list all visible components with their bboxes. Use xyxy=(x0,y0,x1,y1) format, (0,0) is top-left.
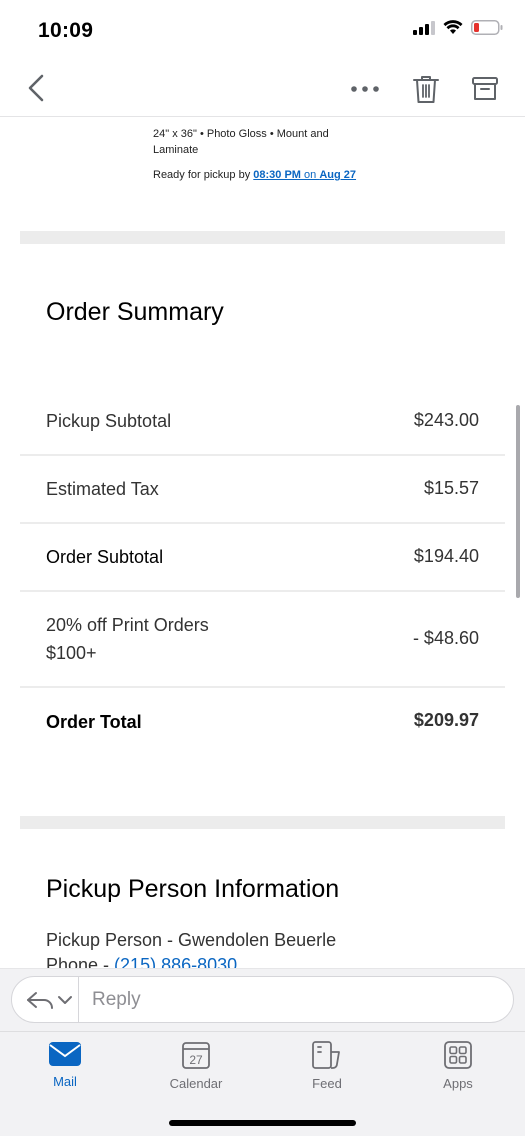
tab-apps[interactable]: Apps xyxy=(413,1040,503,1091)
more-options-icon[interactable] xyxy=(350,82,380,96)
status-time: 10:09 xyxy=(38,19,94,42)
summary-row-order-total: Order Total $209.97 xyxy=(20,688,505,758)
home-indicator xyxy=(169,1120,356,1126)
apps-icon xyxy=(444,1041,472,1069)
archive-icon[interactable] xyxy=(470,74,500,104)
order-item-description: 24" x 36" • Photo Gloss • Mount and Lami… xyxy=(153,128,329,156)
pickup-person-phone-line: Phone - (215) 886-8030 xyxy=(46,955,237,968)
tab-feed[interactable]: Feed xyxy=(282,1040,372,1091)
summary-row-estimated-tax: Estimated Tax $15.57 xyxy=(20,456,505,524)
pickup-date-link[interactable]: Aug 27 xyxy=(319,169,356,181)
message-body: 24" x 36" • Photo Gloss • Mount and Lami… xyxy=(0,118,525,968)
back-chevron-icon[interactable] xyxy=(22,72,52,104)
summary-value: $15.57 xyxy=(423,478,479,498)
wifi-icon xyxy=(443,20,463,34)
summary-value: $209.97 xyxy=(413,710,479,730)
scroll-indicator[interactable] xyxy=(516,405,520,598)
tab-label: Calendar xyxy=(169,1076,223,1091)
summary-row-pickup-subtotal: Pickup Subtotal $243.00 xyxy=(20,388,505,456)
summary-label: Order Total xyxy=(46,712,142,732)
section-divider xyxy=(20,231,505,244)
cellular-signal-icon xyxy=(413,20,435,35)
summary-value: - $48.60 xyxy=(412,628,479,648)
order-summary-title: Order Summary xyxy=(46,298,224,326)
trash-icon[interactable] xyxy=(411,73,441,105)
summary-label: Pickup Subtotal xyxy=(46,411,172,431)
pickup-ready-line: Ready for pickup by 08:30 PM on Aug 27 xyxy=(153,169,356,181)
summary-row-discount: 20% off Print Orders $100+ - $48.60 xyxy=(20,592,505,688)
reply-bar: Reply xyxy=(0,968,525,1031)
reply-options-icon[interactable] xyxy=(24,987,78,1013)
tab-label: Apps xyxy=(443,1076,473,1091)
summary-value: $194.40 xyxy=(413,546,479,566)
phone-link[interactable]: (215) 886-8030 xyxy=(114,955,237,968)
reply-field[interactable]: Reply xyxy=(11,976,514,1023)
status-icons xyxy=(413,20,503,35)
section-divider xyxy=(20,816,505,829)
calendar-day: 27 xyxy=(189,1053,203,1067)
status-bar: 10:09 xyxy=(0,0,525,60)
tab-label: Feed xyxy=(312,1076,342,1091)
tab-label: Mail xyxy=(53,1074,77,1089)
pickup-time-link[interactable]: 08:30 PM xyxy=(253,169,301,181)
message-toolbar xyxy=(0,60,525,117)
summary-label: Estimated Tax xyxy=(46,479,159,499)
pickup-person-name: Pickup Person - Gwendolen Beuerle xyxy=(46,930,337,950)
pickup-on-link[interactable]: on xyxy=(301,169,319,181)
phone-prefix: Phone - xyxy=(46,955,115,968)
reply-placeholder[interactable]: Reply xyxy=(92,989,141,1011)
tab-bar: Mail 27 Calendar Feed Apps xyxy=(0,1031,525,1136)
feed-icon xyxy=(312,1041,340,1069)
battery-icon xyxy=(471,20,503,35)
tab-calendar[interactable]: 27 Calendar xyxy=(151,1040,241,1091)
summary-value: $243.00 xyxy=(413,410,479,430)
summary-label: Order Subtotal xyxy=(46,547,164,567)
tab-mail[interactable]: Mail xyxy=(20,1040,110,1089)
pickup-ready-prefix: Ready for pickup by xyxy=(153,169,254,181)
pickup-person-title: Pickup Person Information xyxy=(46,875,340,903)
mail-icon xyxy=(49,1042,81,1066)
summary-row-order-subtotal: Order Subtotal $194.40 xyxy=(20,524,505,592)
reply-separator xyxy=(78,977,79,1022)
calendar-icon: 27 xyxy=(182,1042,210,1069)
summary-label: 20% off Print Orders $100+ xyxy=(46,615,209,663)
